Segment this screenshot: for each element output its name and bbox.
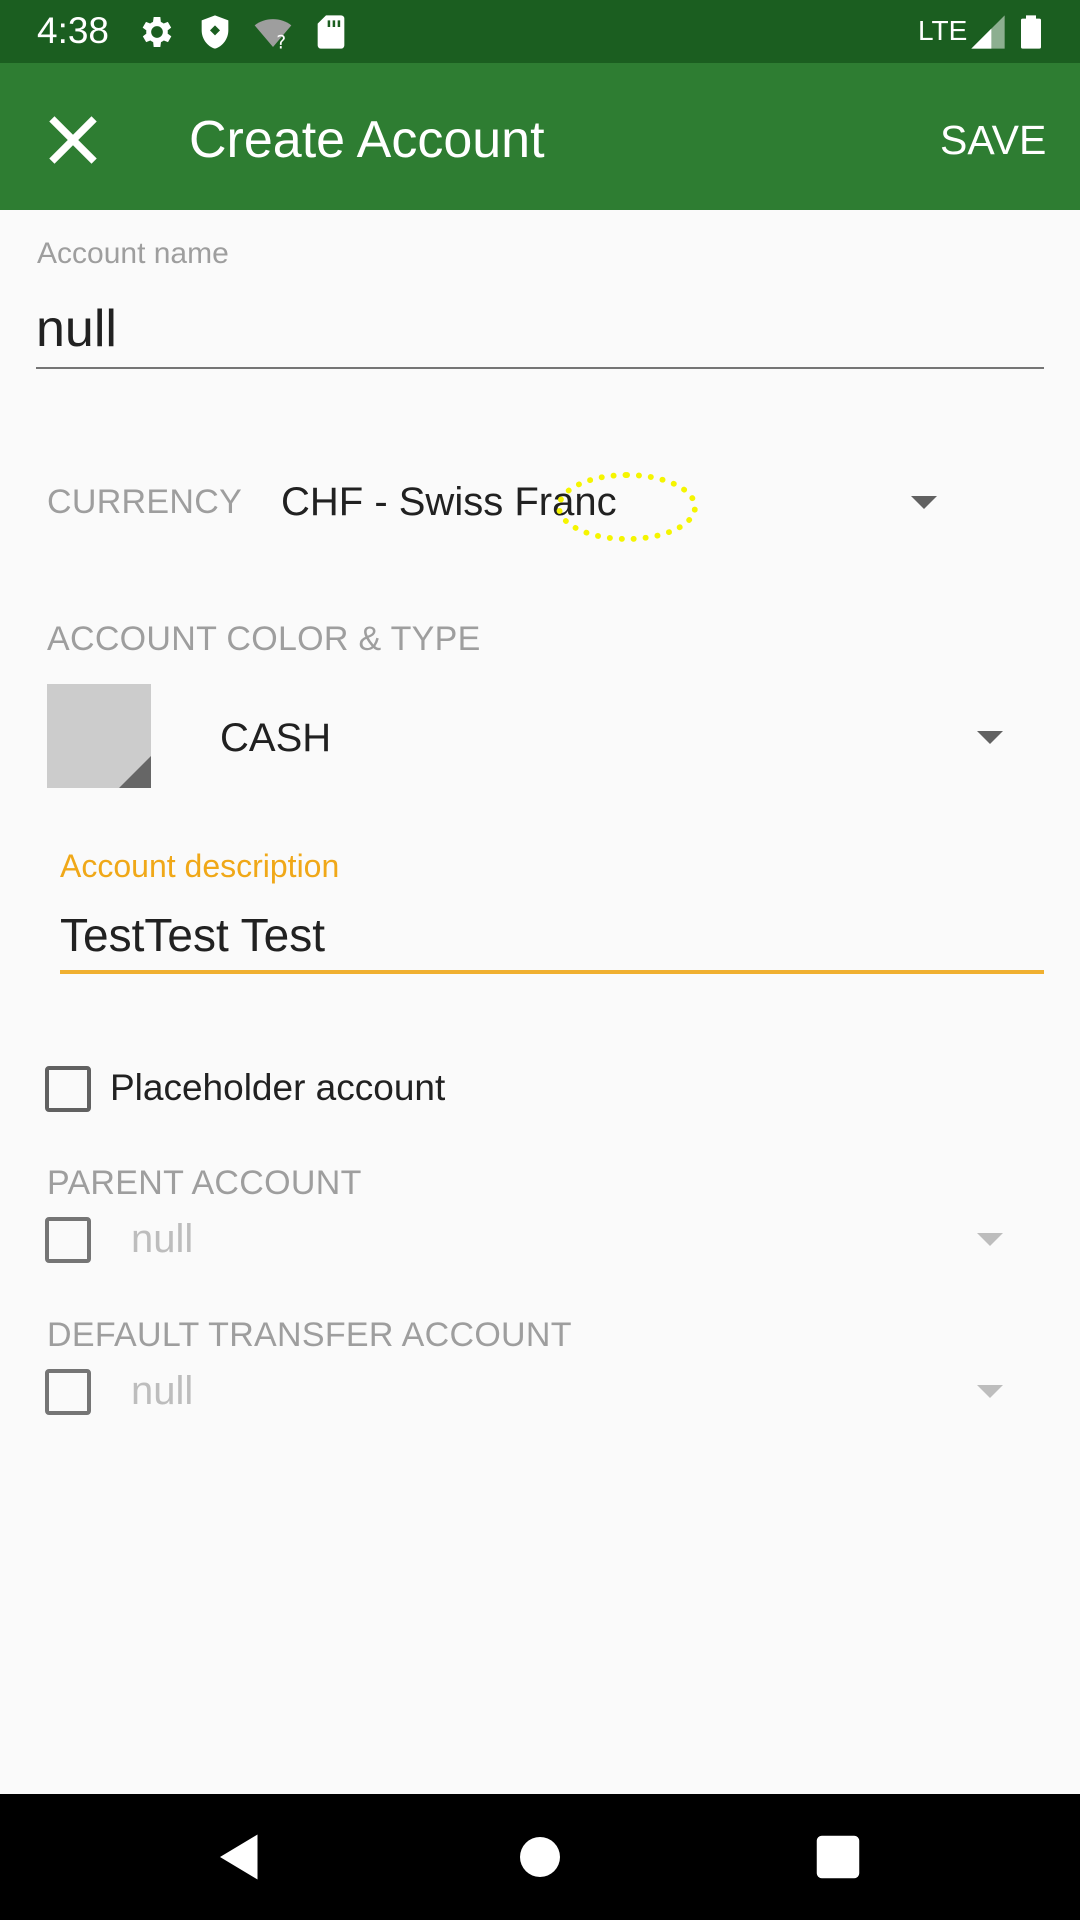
placeholder-checkbox-label[interactable]: Placeholder account xyxy=(110,1066,445,1110)
svg-text:?: ? xyxy=(276,33,286,52)
account-description-label: Account description xyxy=(60,848,340,884)
currency-dropdown-arrow-icon[interactable] xyxy=(911,496,937,509)
gear-icon xyxy=(142,17,172,47)
color-type-label: ACCOUNT COLOR & TYPE xyxy=(47,620,481,658)
sd-card-icon xyxy=(317,15,345,49)
default-transfer-spinner[interactable]: null xyxy=(131,1367,193,1415)
account-name-input[interactable] xyxy=(36,296,1043,362)
parent-account-checkbox[interactable] xyxy=(45,1217,91,1263)
wifi-unknown-icon: ? xyxy=(254,19,292,52)
account-description-underline xyxy=(60,970,1044,974)
parent-account-spinner[interactable]: null xyxy=(131,1215,193,1263)
navigation-bar xyxy=(0,1794,1080,1920)
parent-account-label: PARENT ACCOUNT xyxy=(47,1164,362,1202)
app-bar: Create Account SAVE xyxy=(0,63,1080,210)
default-transfer-checkbox[interactable] xyxy=(45,1369,91,1415)
recents-icon[interactable] xyxy=(808,1827,868,1887)
back-icon[interactable] xyxy=(210,1827,270,1887)
page-title: Create Account xyxy=(189,111,545,169)
save-button[interactable]: SAVE xyxy=(940,103,1046,177)
default-transfer-label: DEFAULT TRANSFER ACCOUNT xyxy=(47,1316,572,1354)
signal-icon xyxy=(971,15,1005,49)
swatch-corner-icon xyxy=(119,756,151,788)
touch-indicator xyxy=(556,472,698,542)
account-type-spinner[interactable]: CASH xyxy=(220,714,331,762)
default-transfer-dropdown-arrow-icon[interactable] xyxy=(977,1385,1003,1398)
close-icon[interactable] xyxy=(36,103,110,177)
account-description-input[interactable] xyxy=(60,903,1043,967)
parent-account-dropdown-arrow-icon[interactable] xyxy=(977,1233,1003,1246)
status-bar: 4:38 ? LTE xyxy=(0,0,1080,63)
account-type-dropdown-arrow-icon[interactable] xyxy=(977,731,1003,744)
placeholder-checkbox[interactable] xyxy=(45,1066,91,1112)
network-type: LTE xyxy=(918,15,968,46)
shield-icon xyxy=(201,15,229,49)
account-name-label: Account name xyxy=(37,237,229,270)
status-time: 4:38 xyxy=(37,10,110,51)
account-name-underline xyxy=(36,367,1044,369)
home-icon[interactable] xyxy=(510,1827,570,1887)
color-swatch[interactable] xyxy=(47,684,151,788)
battery-icon xyxy=(1021,15,1041,49)
currency-label: CURRENCY xyxy=(47,483,243,521)
